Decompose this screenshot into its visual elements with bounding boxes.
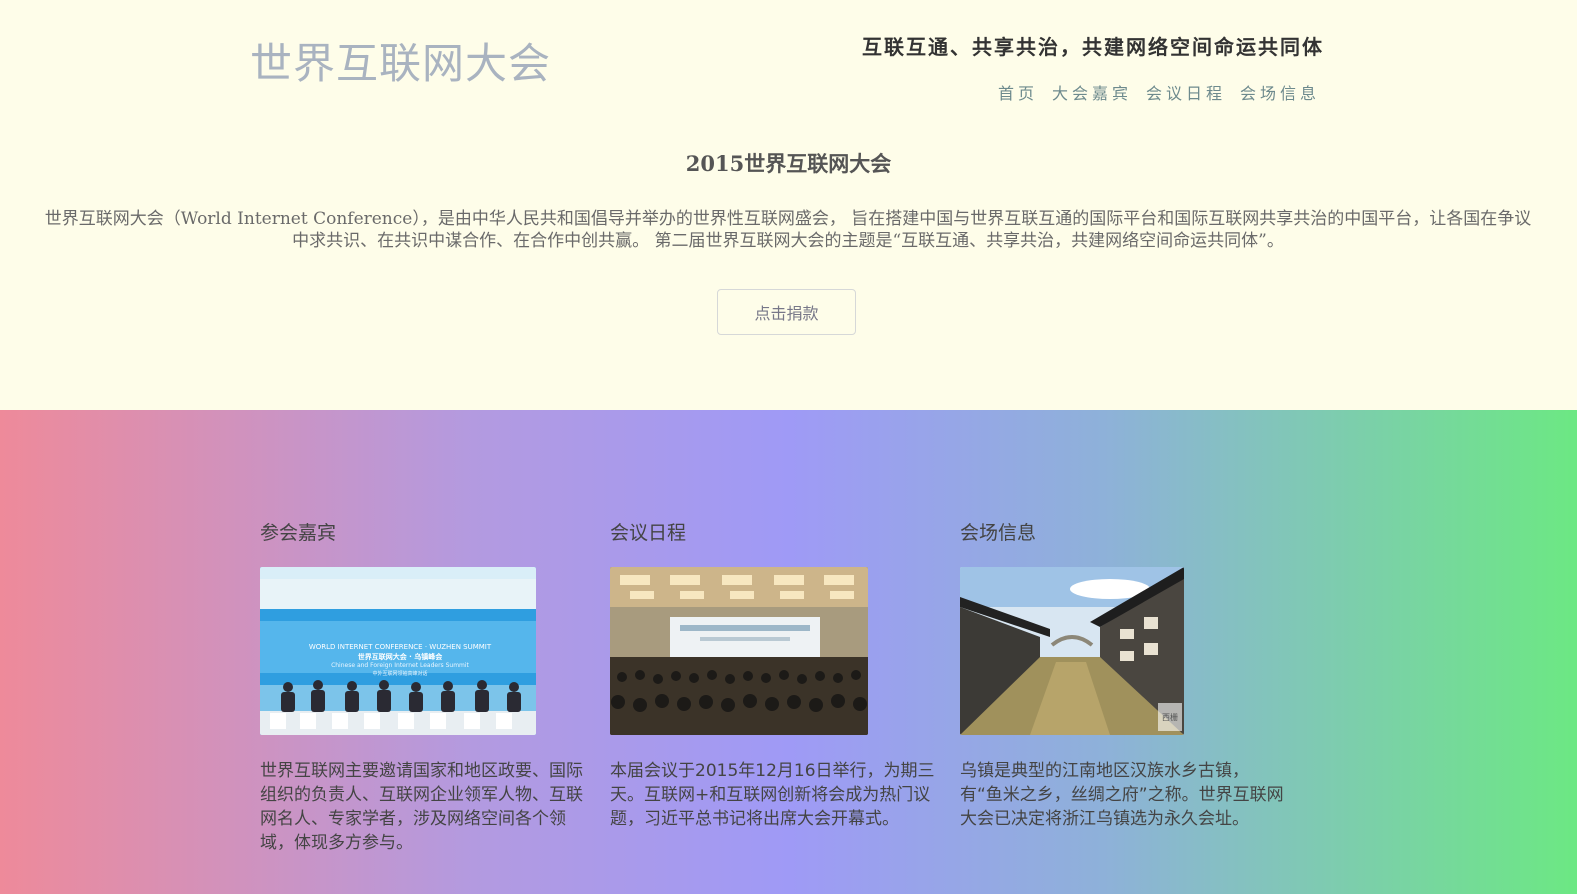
nav-home[interactable]: 首页 [998, 80, 1038, 104]
feature-section: 参会嘉宾 WORLD INTERNET CONFERENCE · WUZHEN … [0, 410, 1577, 894]
card-text: 乌镇是典型的江南地区汉族水乡古镇，有“鱼米之乡，丝绸之府”之称。世界互联网大会已… [960, 761, 1284, 829]
venue-photo: 西栅 [960, 567, 1184, 735]
intro-text: 世界互联网大会（World Internet Conference），是由中华人… [44, 209, 1532, 251]
schedule-photo [610, 567, 868, 735]
banner-line4: 中外互联网领袖高峰对话 [372, 670, 427, 677]
nav-guests[interactable]: 大会嘉宾 [1052, 80, 1132, 104]
card-guests: 参会嘉宾 WORLD INTERNET CONFERENCE · WUZHEN … [260, 518, 590, 855]
header: 世界互联网大会 互联互通、共享共治，共建网络空间命运共同体 首页 大会嘉宾 会议… [0, 0, 1577, 120]
slogan: 互联互通、共享共治，共建网络空间命运共同体 [862, 35, 1324, 59]
card-title: 会场信息 [960, 522, 1037, 544]
card-text: 本届会议于2015年12月16日举行，为期三天。互联网+和互联网创新将会成为热门… [610, 761, 935, 829]
nav-venue[interactable]: 会场信息 [1240, 80, 1320, 104]
card-text: 世界互联网主要邀请国家和地区政要、国际组织的负责人、互联网企业领军人物、互联网名… [260, 761, 583, 853]
banner-line2: 世界互联网大会 · 乌镇峰会 [358, 652, 444, 661]
banner-line3: Chinese and Foreign Internet Leaders Sum… [331, 662, 469, 669]
guests-photo: WORLD INTERNET CONFERENCE · WUZHEN SUMMI… [260, 567, 536, 735]
card-title: 参会嘉宾 [260, 522, 337, 544]
card-schedule: 会议日程 本届会议于2015年12月16日举行，为期三天。互联网+和互联网创新将… [610, 518, 940, 831]
seal-text: 西栅 [1162, 712, 1178, 722]
site-title: 世界互联网大会 [250, 39, 552, 88]
card-venue: 会场信息 西栅 乌镇是典型的江南地区汉族水乡古镇，有“鱼米之乡，丝绸之府”之称。… [960, 518, 1290, 831]
intro-title: 2015世界互联网大会 [685, 151, 892, 176]
banner-line1: WORLD INTERNET CONFERENCE · WUZHEN SUMMI… [309, 643, 492, 651]
donate-button[interactable]: 点击捐款 [717, 289, 856, 335]
main-nav: 首页 大会嘉宾 会议日程 会场信息 [998, 80, 1320, 104]
nav-schedule[interactable]: 会议日程 [1146, 80, 1226, 104]
card-title: 会议日程 [610, 522, 687, 544]
